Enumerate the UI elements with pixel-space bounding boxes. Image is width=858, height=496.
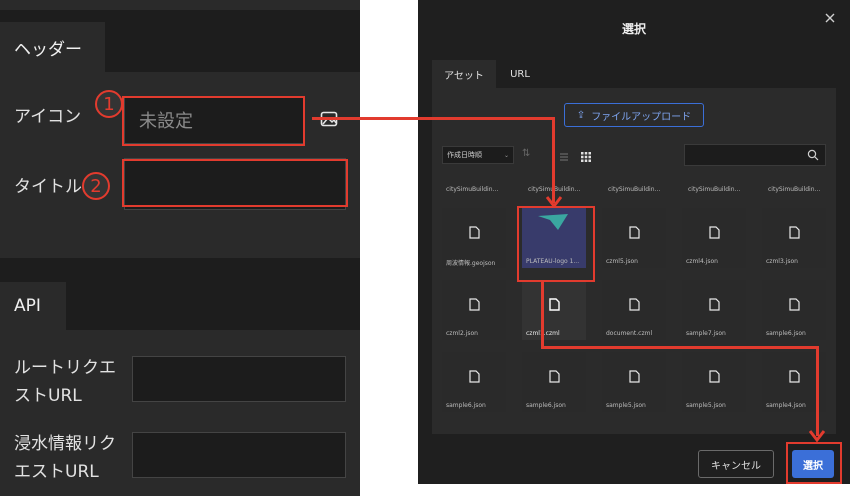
annotation-number-2: 2: [82, 172, 110, 200]
file-name: czml3.json: [766, 258, 798, 265]
file-icon: [549, 370, 560, 383]
file-icon: [629, 298, 640, 311]
sort-direction-icon[interactable]: ⇅: [522, 148, 534, 160]
file-name: sample6.json: [526, 402, 566, 409]
settings-panel: ヘッダー アイコン 未設定 タイトル API ルートリクエ ストURL 浸水情報…: [0, 0, 360, 496]
annotation-box-selected-file: [517, 206, 595, 282]
file-icon: [789, 370, 800, 383]
file-icon: [709, 370, 720, 383]
route-url-label-1: ルートリクエ: [14, 358, 116, 378]
tab-api[interactable]: API: [0, 282, 66, 330]
tab-url[interactable]: URL: [500, 60, 540, 88]
file-tile[interactable]: sample6.json: [522, 352, 586, 412]
file-name: sample6.json: [766, 330, 806, 337]
file-tile[interactable]: czml2.json: [442, 280, 506, 340]
file-icon: [789, 226, 800, 239]
file-name: document.czml: [606, 330, 653, 337]
close-icon[interactable]: [823, 10, 837, 24]
upload-label: ファイルアップロード: [591, 111, 692, 123]
list-view-icon[interactable]: [558, 148, 570, 161]
list-item[interactable]: citySimuBuildin...: [768, 186, 820, 193]
annotation-arrow-line: [312, 117, 554, 120]
annotation-box-select-button: [786, 442, 842, 484]
annotation-arrow-line: [541, 346, 819, 349]
api-tab-label: API: [14, 296, 41, 316]
flood-url-label-2: エストURL: [14, 462, 99, 482]
file-name: sample5.json: [606, 402, 646, 409]
file-name: sample5.json: [686, 402, 726, 409]
file-tile[interactable]: czml4.json: [682, 208, 746, 268]
flood-url-field[interactable]: [132, 432, 346, 478]
file-icon: [469, 226, 480, 239]
file-tile[interactable]: czml5.json: [602, 208, 666, 268]
cancel-button[interactable]: キャンセル: [698, 450, 774, 478]
annotation-box-title: [122, 159, 348, 207]
search-input[interactable]: [684, 144, 826, 166]
select-dialog: 選択 アセット URL ⇪ ファイルアップロード 作成日時順 ⌄ ⇅ cityS…: [418, 0, 850, 484]
arrow-down-icon: [809, 430, 825, 442]
annotation-arrow-line: [552, 117, 555, 203]
file-tile[interactable]: sample5.json: [602, 352, 666, 412]
tab-header[interactable]: ヘッダー: [0, 22, 105, 72]
file-icon: [469, 298, 480, 311]
file-icon: [629, 370, 640, 383]
file-tile[interactable]: sample7.json: [682, 280, 746, 340]
route-url-field[interactable]: [132, 356, 346, 402]
file-name: czml5.json: [606, 258, 638, 265]
file-tile[interactable]: sample6.json: [442, 352, 506, 412]
file-tile[interactable]: czml3.json: [762, 208, 826, 268]
icon-label: アイコン: [14, 107, 82, 127]
file-icon: [469, 370, 480, 383]
file-tile[interactable]: 周波情報.geojson: [442, 208, 506, 268]
list-item[interactable]: citySimuBuildin...: [446, 186, 498, 193]
file-tile[interactable]: czml1.czml: [522, 280, 586, 340]
file-icon: [789, 298, 800, 311]
file-tile[interactable]: sample6.json: [762, 280, 826, 340]
annotation-arrow-line: [816, 346, 819, 436]
annotation-arrow-line: [541, 282, 544, 348]
sort-select[interactable]: 作成日時順 ⌄: [442, 146, 514, 164]
title-label: タイトル: [14, 177, 82, 197]
file-name: czml1.czml: [526, 330, 588, 337]
file-tile[interactable]: sample5.json: [682, 352, 746, 412]
route-url-label-2: ストURL: [14, 386, 82, 406]
file-name: czml2.json: [446, 330, 478, 337]
annotation-number-1: 1: [95, 90, 123, 118]
file-name: czml4.json: [686, 258, 718, 265]
file-icon: [709, 226, 720, 239]
arrow-down-icon: [546, 196, 562, 208]
upload-icon: ⇪: [576, 109, 586, 121]
file-icon: [709, 298, 720, 311]
file-name: 周波情報.geojson: [446, 260, 496, 267]
flood-url-label-1: 浸水情報リク: [14, 434, 116, 454]
file-name: sample6.json: [446, 402, 486, 409]
file-icon: [549, 298, 560, 311]
sort-label: 作成日時順: [447, 151, 482, 159]
tab-assets[interactable]: アセット: [432, 60, 496, 88]
header-tab-label: ヘッダー: [14, 39, 82, 60]
search-icon: [807, 149, 819, 161]
top-strip: [0, 0, 360, 10]
annotation-box-icon: [122, 96, 305, 146]
upload-button[interactable]: ⇪ ファイルアップロード: [564, 103, 704, 127]
grid-view-icon[interactable]: [580, 148, 592, 162]
file-name: sample7.json: [686, 330, 726, 337]
list-item[interactable]: citySimuBuildin...: [688, 186, 740, 193]
dialog-title: 選択: [621, 22, 646, 36]
chevron-down-icon: ⌄: [503, 151, 509, 159]
file-tile[interactable]: document.czml: [602, 280, 666, 340]
list-item[interactable]: citySimuBuildin...: [608, 186, 660, 193]
file-icon: [629, 226, 640, 239]
